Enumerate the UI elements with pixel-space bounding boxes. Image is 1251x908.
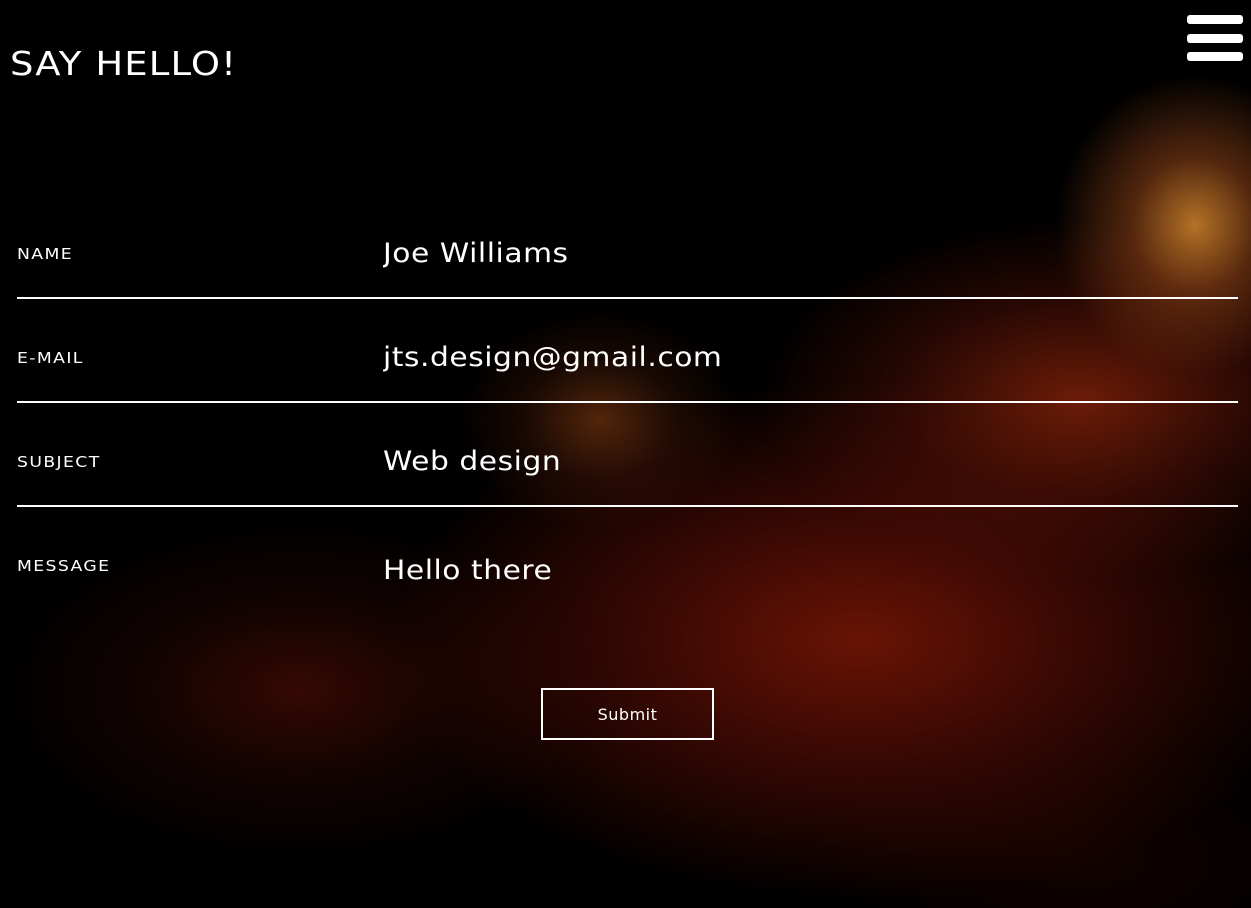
name-label: NAME — [17, 245, 74, 263]
subject-row: SUBJECT — [17, 403, 1238, 507]
email-input[interactable] — [383, 339, 1219, 375]
submit-button[interactable]: Submit — [541, 688, 714, 740]
contact-form: NAME E-MAIL SUBJECT MESSAGE Hello there … — [0, 0, 1251, 908]
subject-label: SUBJECT — [17, 453, 101, 471]
subject-input[interactable] — [383, 443, 1219, 479]
message-textarea[interactable]: Hello there — [383, 555, 1219, 595]
email-row: E-MAIL — [17, 299, 1238, 403]
email-label: E-MAIL — [17, 349, 84, 367]
name-input[interactable] — [383, 235, 1219, 271]
message-label: MESSAGE — [17, 557, 111, 575]
message-row: MESSAGE Hello there — [17, 507, 1238, 637]
name-row: NAME — [17, 195, 1238, 299]
